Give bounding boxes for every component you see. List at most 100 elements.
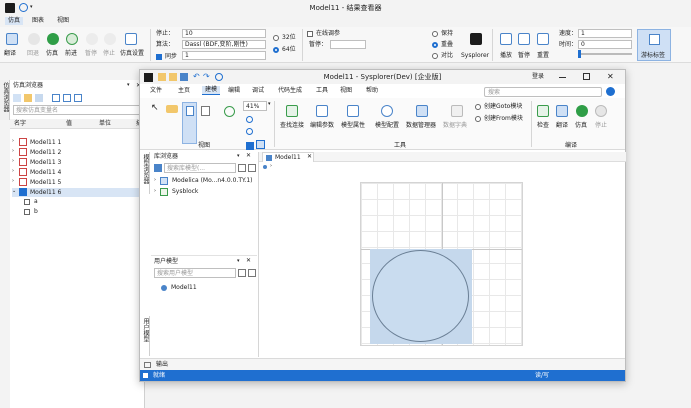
user-collapse-icon[interactable] — [248, 269, 256, 277]
zoom-out-icon[interactable] — [246, 128, 253, 135]
simulate2-label[interactable]: 仿真 — [575, 123, 587, 129]
table-row[interactable]: › Model11 5 — [12, 178, 140, 187]
pause2-icon[interactable] — [518, 33, 530, 45]
expand-arrow-icon[interactable]: › — [12, 159, 14, 164]
cursor-tag-button[interactable]: 游标标签 — [637, 29, 671, 61]
outer-menu-sim[interactable]: 仿真 — [5, 17, 24, 25]
bits-64-radio[interactable] — [273, 47, 279, 53]
keep-radio[interactable] — [432, 31, 438, 37]
bits-32-radio[interactable] — [273, 35, 279, 41]
online-tune-checkbox[interactable] — [307, 31, 313, 37]
pause-icon[interactable] — [86, 33, 98, 45]
menu-debug[interactable]: 调试 — [252, 88, 264, 94]
sim-browser-menu-icon[interactable]: ▾ — [127, 83, 130, 88]
var-checkbox[interactable] — [24, 209, 30, 215]
outer-side-tab[interactable]: 仿真浏览器 — [0, 80, 10, 120]
connection-tool-icon[interactable] — [166, 105, 178, 113]
fit-view-icon[interactable] — [246, 142, 254, 150]
translate2-label[interactable]: 翻译 — [556, 123, 568, 129]
zoom-select[interactable]: 41% — [243, 101, 267, 111]
pause-button-label[interactable]: 暂停 — [85, 51, 97, 57]
pause2-label[interactable]: 暂停 — [518, 53, 530, 59]
model-config-icon[interactable] — [381, 105, 393, 117]
data-dict-label[interactable]: 数据字典 — [443, 123, 467, 129]
table-row[interactable]: › Model11 3 — [12, 158, 140, 167]
minimize-icon[interactable] — [559, 77, 566, 78]
data-dict-icon[interactable] — [451, 105, 463, 117]
lib-collapse-icon[interactable] — [248, 164, 256, 172]
simulate-button-label[interactable]: 仿真 — [46, 51, 58, 57]
zoom-dropdown-icon[interactable]: ▾ — [268, 102, 271, 107]
plot3-icon[interactable] — [74, 94, 82, 102]
stop2-icon[interactable] — [595, 105, 607, 117]
expand-arrow-icon[interactable]: › — [12, 169, 14, 174]
data-manager-icon[interactable] — [416, 105, 428, 117]
from-label[interactable]: 创建From模块 — [484, 116, 523, 122]
outer-menu-view[interactable]: 视图 — [57, 18, 69, 24]
collapse-arrow-icon[interactable]: ⌄ — [12, 189, 16, 194]
grid-toggle-icon[interactable] — [256, 140, 265, 149]
diagram-view-button[interactable] — [182, 102, 197, 144]
stop-icon[interactable] — [104, 33, 116, 45]
maximize-icon[interactable] — [583, 73, 590, 80]
plot2-icon[interactable] — [63, 94, 71, 102]
check-icon[interactable] — [537, 105, 549, 117]
translate-button-label[interactable]: 翻译 — [4, 51, 16, 57]
lib-search-input[interactable]: 搜索库模型(... — [164, 163, 236, 173]
back-icon[interactable] — [28, 33, 40, 45]
expand-arrow-icon[interactable]: › — [12, 149, 14, 154]
stop-button-label[interactable]: 停止 — [103, 51, 115, 57]
col-value[interactable]: 值 — [66, 121, 72, 127]
pause-time-field[interactable] — [330, 40, 366, 49]
play-label[interactable]: 播放 — [500, 53, 512, 59]
reset-icon[interactable] — [537, 33, 549, 45]
time-field[interactable]: 0 — [578, 40, 632, 49]
translate2-icon[interactable] — [556, 105, 568, 117]
doc-tab[interactable]: Model11 ✕ — [262, 152, 314, 162]
text-view-icon[interactable] — [201, 106, 210, 116]
doc-tab-close-icon[interactable]: ✕ — [307, 154, 312, 160]
user-filter-icon[interactable] — [238, 269, 246, 277]
table-row[interactable]: › Model11 1 — [12, 138, 140, 147]
table-row[interactable]: › Model11 2 — [12, 148, 140, 157]
sync-field[interactable]: 1 — [182, 51, 266, 60]
find-connection-label[interactable]: 查找连接 — [280, 123, 304, 129]
menu-edit[interactable]: 编辑 — [228, 88, 240, 94]
lib-filter-icon[interactable] — [238, 164, 246, 172]
inner-side-tab-browser[interactable]: 模型浏览器 — [140, 152, 150, 194]
nav-arrow-icon[interactable]: › — [270, 164, 272, 169]
sim-search-input[interactable]: 搜索仿真变量名 — [13, 105, 141, 115]
output-icon[interactable] — [144, 362, 151, 368]
list-item[interactable]: › Modelica (Mo...n4.0.0.TY.1) — [154, 176, 257, 186]
plot-icon[interactable] — [52, 94, 60, 102]
sim-settings-icon[interactable] — [125, 33, 137, 45]
var-checkbox[interactable] — [24, 199, 30, 205]
check-label[interactable]: 检查 — [537, 123, 549, 129]
folder-icon[interactable] — [24, 94, 32, 102]
expand-arrow-icon[interactable]: › — [12, 139, 14, 144]
list-item[interactable]: Model11 — [161, 283, 251, 293]
diagram-canvas[interactable] — [360, 182, 523, 346]
help-icon[interactable] — [606, 87, 615, 96]
model-props-label[interactable]: 模型属性 — [341, 123, 365, 129]
edit-params-label[interactable]: 编辑参数 — [310, 123, 334, 129]
stop2-label[interactable]: 停止 — [595, 123, 607, 129]
model-config-label[interactable]: 模型配置 — [375, 123, 399, 129]
info-view-icon[interactable] — [224, 106, 235, 117]
sync-checkbox[interactable] — [156, 54, 162, 60]
sysplorer-label[interactable]: Sysplorer — [461, 53, 489, 59]
play-icon[interactable] — [500, 33, 512, 45]
stop-time-field[interactable]: 10 — [182, 29, 266, 38]
back-button-label[interactable]: 回退 — [27, 51, 39, 57]
menu-view[interactable]: 视图 — [340, 88, 352, 94]
menu-home[interactable]: 主页 — [178, 88, 190, 94]
menu-help[interactable]: 帮助 — [366, 88, 378, 94]
table-row[interactable]: › Model11 4 — [12, 168, 140, 177]
compare-radio[interactable] — [432, 53, 438, 59]
goto-label[interactable]: 创建Goto模块 — [484, 104, 522, 110]
col-unit[interactable]: 单位 — [99, 121, 111, 127]
time-slider[interactable] — [578, 53, 632, 55]
login-link[interactable]: 登录 — [532, 74, 544, 80]
find-connection-icon[interactable] — [286, 105, 298, 117]
from-radio[interactable] — [475, 116, 481, 122]
